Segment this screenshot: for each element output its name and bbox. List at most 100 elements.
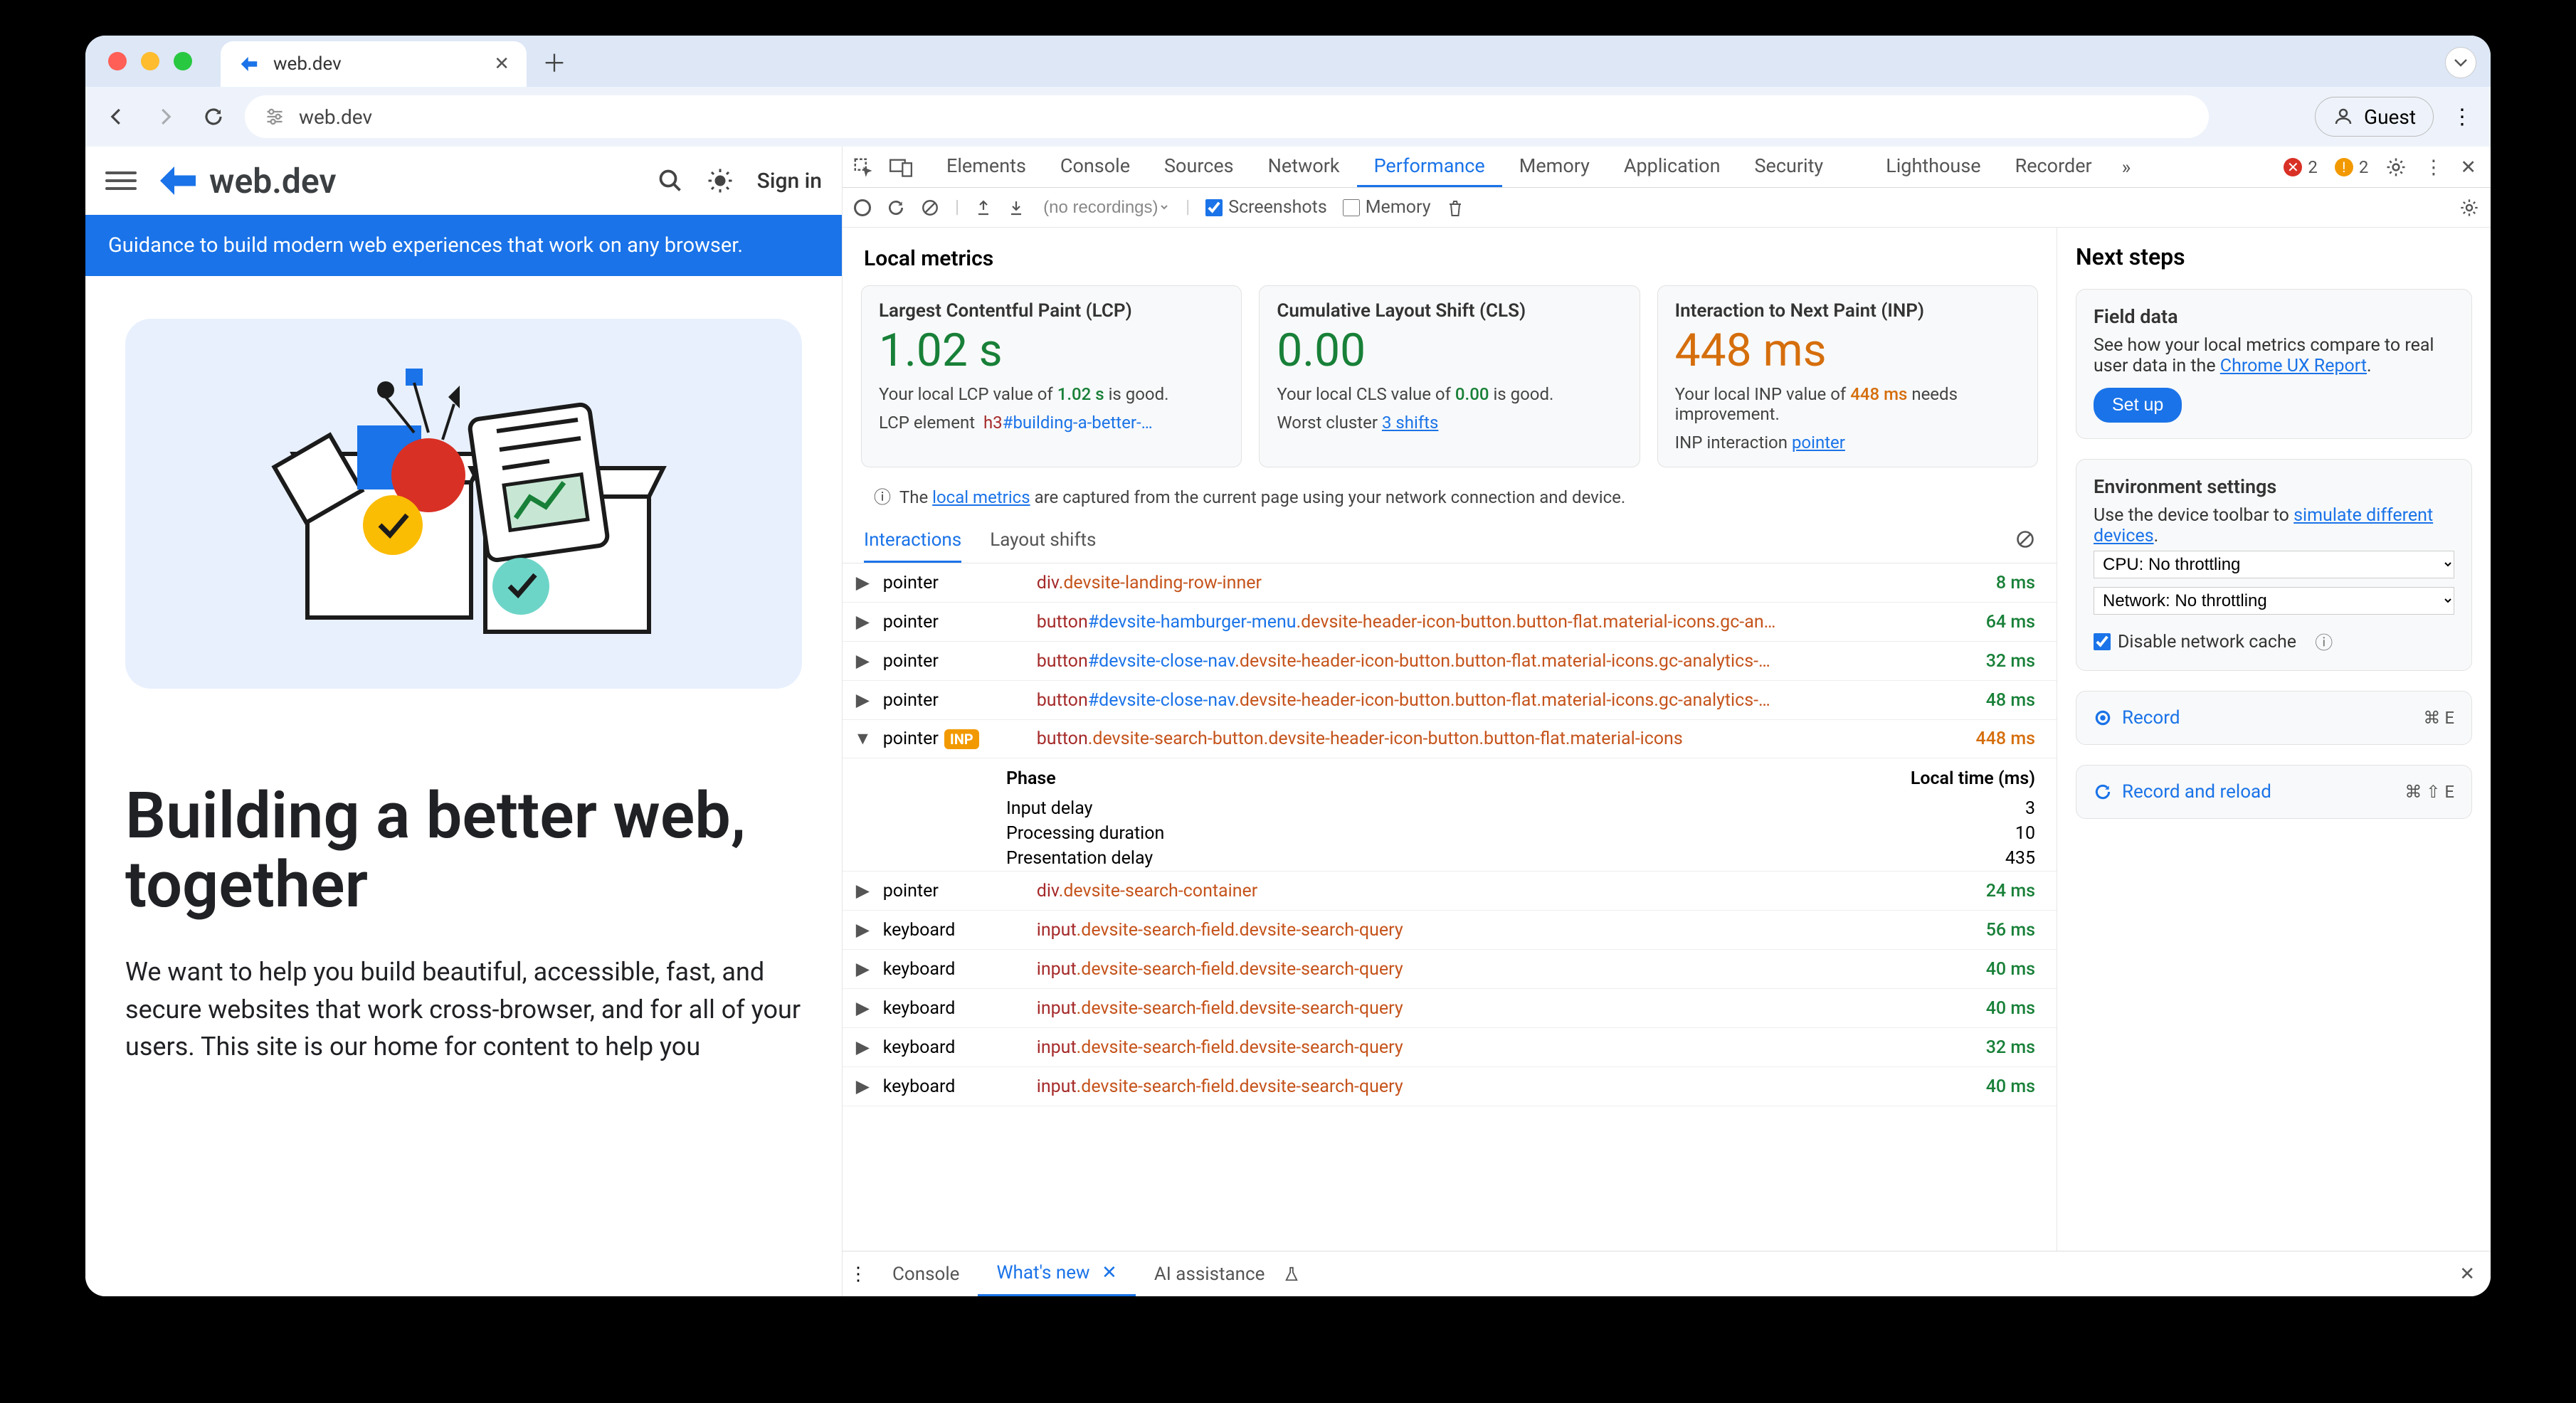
close-icon[interactable]: ✕ <box>1097 1262 1117 1283</box>
more-tabs-icon[interactable]: » <box>2109 147 2144 187</box>
reload-record-icon[interactable] <box>887 198 905 217</box>
interaction-row[interactable]: ▼pointerINPbutton.devsite-search-button.… <box>843 720 2057 758</box>
memory-checkbox[interactable]: Memory <box>1343 197 1431 218</box>
tab-interactions[interactable]: Interactions <box>864 529 961 563</box>
cls-value: 0.00 <box>1277 326 1622 376</box>
logo-icon <box>157 159 199 202</box>
next-steps-sidebar: Next steps Field data See how your local… <box>2057 228 2491 1251</box>
perf-settings-icon[interactable] <box>2459 198 2479 218</box>
address-bar[interactable]: web.dev <box>245 95 2209 138</box>
collapse-tabs-button[interactable] <box>2445 47 2476 78</box>
interaction-row[interactable]: ▶keyboardinput.devsite-search-field.devs… <box>843 1028 2057 1067</box>
help-icon[interactable]: ⓘ <box>2315 629 2333 655</box>
window-controls <box>108 52 192 70</box>
hero-title: Building a better web, together <box>125 781 802 919</box>
settings-icon[interactable] <box>2385 157 2407 178</box>
inp-interaction-link[interactable]: pointer <box>1792 433 1845 452</box>
devtools-tab-memory[interactable]: Memory <box>1502 147 1607 187</box>
sign-in-link[interactable]: Sign in <box>757 169 822 194</box>
devtools-menu-icon[interactable]: ⋮ <box>2424 156 2443 179</box>
devtools-tabbar: ElementsConsoleSourcesNetworkPerformance… <box>843 147 2491 188</box>
drawer-menu-icon[interactable]: ⋮ <box>843 1251 874 1296</box>
maximize-window[interactable] <box>174 52 192 70</box>
interaction-row[interactable]: ▶pointerdiv.devsite-landing-row-inner8 m… <box>843 563 2057 603</box>
browser-tab[interactable]: web.dev ✕ <box>221 41 527 87</box>
next-steps-title: Next steps <box>2076 243 2472 270</box>
devtools-tab-recorder[interactable]: Recorder <box>1998 147 2109 187</box>
site-header: web.dev Sign in <box>85 147 842 215</box>
clear-interactions-icon[interactable] <box>2015 529 2035 563</box>
hero-text: We want to help you build beautiful, acc… <box>125 953 802 1065</box>
tab-title: web.dev <box>273 53 342 75</box>
error-count[interactable]: ✕2 <box>2284 157 2318 177</box>
devtools-tab-elements[interactable]: Elements <box>929 147 1043 187</box>
crux-link[interactable]: Chrome UX Report <box>2220 356 2367 376</box>
hamburger-menu[interactable] <box>105 165 137 196</box>
env-settings-card: Environment settings Use the device tool… <box>2076 459 2472 671</box>
theme-toggle-icon[interactable] <box>707 168 733 194</box>
performance-toolbar: | (no recordings) | Screenshots Memory <box>843 188 2491 228</box>
recordings-select[interactable]: (no recordings) <box>1040 197 1170 218</box>
cpu-throttle-select[interactable]: CPU: No throttling <box>2094 551 2454 578</box>
record-icon[interactable] <box>854 199 871 216</box>
forward-button[interactable] <box>148 100 182 134</box>
logo-text: web.dev <box>209 161 337 201</box>
site-logo[interactable]: web.dev <box>157 159 337 202</box>
interaction-row[interactable]: ▶keyboardinput.devsite-search-field.devs… <box>843 911 2057 950</box>
interaction-row[interactable]: ▶keyboardinput.devsite-search-field.devs… <box>843 950 2057 989</box>
gc-icon[interactable] <box>1447 198 1464 217</box>
warning-count[interactable]: !2 <box>2335 157 2369 177</box>
cls-shifts-link[interactable]: 3 shifts <box>1382 413 1438 433</box>
interaction-row[interactable]: ▶pointerbutton#devsite-close-nav.devsite… <box>843 681 2057 720</box>
record-dot-icon <box>2094 709 2112 727</box>
devtools-tab-security[interactable]: Security <box>1737 147 1840 187</box>
clear-icon[interactable] <box>921 198 939 217</box>
record-reload-card[interactable]: Record and reload ⌘ ⇧ E <box>2076 765 2472 819</box>
close-drawer-icon[interactable]: ✕ <box>2444 1251 2491 1296</box>
favicon-icon <box>238 53 260 75</box>
interaction-row[interactable]: ▶pointerbutton#devsite-close-nav.devsite… <box>843 642 2057 681</box>
lcp-value: 1.02 s <box>879 326 1224 376</box>
new-tab-button[interactable]: ＋ <box>537 43 572 79</box>
upload-icon[interactable] <box>975 199 992 216</box>
search-icon[interactable] <box>658 168 683 194</box>
setup-button[interactable]: Set up <box>2094 388 2182 423</box>
local-metrics-link[interactable]: local metrics <box>932 487 1030 507</box>
interactions-table: ▶pointerdiv.devsite-landing-row-inner8 m… <box>843 563 2057 1106</box>
devtools-panel: ElementsConsoleSourcesNetworkPerformance… <box>843 147 2491 1296</box>
drawer-tab-ai[interactable]: AI assistance <box>1136 1251 1318 1296</box>
close-devtools-icon[interactable]: ✕ <box>2460 156 2476 179</box>
interactions-subtabs: Interactions Layout shifts <box>843 515 2057 563</box>
screenshots-checkbox[interactable]: Screenshots <box>1205 197 1327 218</box>
interaction-row[interactable]: ▶keyboardinput.devsite-search-field.devs… <box>843 1067 2057 1106</box>
network-throttle-select[interactable]: Network: No throttling <box>2094 587 2454 615</box>
devtools-tab-lighthouse[interactable]: Lighthouse <box>1869 147 1997 187</box>
browser-menu-button[interactable]: ⋮ <box>2448 105 2476 129</box>
profile-chip[interactable]: Guest <box>2315 97 2434 137</box>
drawer-tab-console[interactable]: Console <box>874 1251 978 1296</box>
interaction-row[interactable]: ▶pointerbutton#devsite-hamburger-menu.de… <box>843 603 2057 642</box>
site-settings-icon[interactable] <box>265 107 285 127</box>
devtools-tab-application[interactable]: Application <box>1607 147 1738 187</box>
devtools-tab-network[interactable]: Network <box>1251 147 1357 187</box>
minimize-window[interactable] <box>141 52 159 70</box>
disable-cache-checkbox[interactable] <box>2094 633 2111 650</box>
reload-button[interactable] <box>196 100 231 134</box>
record-card[interactable]: Record ⌘ E <box>2076 691 2472 745</box>
close-window[interactable] <box>108 52 127 70</box>
device-toolbar-icon[interactable] <box>890 157 912 178</box>
interaction-row[interactable]: ▶keyboardinput.devsite-search-field.devs… <box>843 989 2057 1028</box>
record-reload-icon <box>2094 783 2112 801</box>
interaction-row[interactable]: ▶pointerdiv.devsite-search-container24 m… <box>843 872 2057 911</box>
devtools-tab-performance[interactable]: Performance <box>1357 147 1502 187</box>
drawer-tab-whatsnew[interactable]: What's new ✕ <box>978 1251 1135 1296</box>
tab-layout-shifts[interactable]: Layout shifts <box>990 529 1096 563</box>
download-icon[interactable] <box>1008 199 1025 216</box>
hero-illustration <box>125 319 802 689</box>
devtools-tab-console[interactable]: Console <box>1043 147 1147 187</box>
field-data-card: Field data See how your local metrics co… <box>2076 289 2472 439</box>
inspect-icon[interactable] <box>852 157 874 178</box>
back-button[interactable] <box>100 100 134 134</box>
close-tab-icon[interactable]: ✕ <box>494 53 510 75</box>
devtools-tab-sources[interactable]: Sources <box>1147 147 1251 187</box>
